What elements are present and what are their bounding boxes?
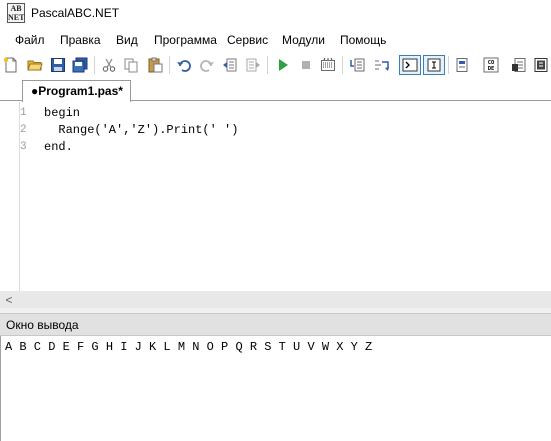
toolbar-separator <box>342 56 343 74</box>
svg-text:DE: DE <box>488 66 495 72</box>
settings-doc-icon <box>512 58 526 72</box>
toolbar: CO DE <box>0 52 551 77</box>
window-title: PascalABC.NET <box>31 6 120 20</box>
tab-program1[interactable]: ●Program1.pas* <box>22 80 131 102</box>
toolbar-separator <box>94 56 95 74</box>
form-designer-button[interactable] <box>452 55 472 75</box>
folder-open-icon <box>27 60 43 71</box>
play-icon <box>279 59 288 71</box>
toolbar-separator <box>448 56 449 74</box>
redo-button[interactable] <box>197 55 217 75</box>
compile-icon <box>321 57 335 71</box>
outdent-icon <box>223 58 237 72</box>
undo-icon <box>177 60 191 72</box>
menu-view[interactable]: Вид <box>116 33 138 47</box>
code-line[interactable]: end. <box>44 140 73 154</box>
menu-edit[interactable]: Правка <box>60 33 101 47</box>
save-all-button[interactable] <box>70 55 90 75</box>
code-template-button[interactable]: CO DE <box>481 55 501 75</box>
scissors-icon <box>102 58 116 72</box>
outdent-button[interactable] <box>220 55 240 75</box>
open-button[interactable] <box>25 55 45 75</box>
new-file-icon <box>3 57 17 73</box>
run-button[interactable] <box>273 55 293 75</box>
output-text: A B C D E F G H I J K L M N O P Q R S T … <box>5 340 373 354</box>
copy-button[interactable] <box>121 55 141 75</box>
text-output-button[interactable] <box>423 55 445 75</box>
line-number: 1 <box>20 107 27 119</box>
code-line[interactable]: Range('A','Z').Print(' ') <box>44 123 238 137</box>
help-button[interactable] <box>531 55 551 75</box>
copy-icon <box>124 58 138 73</box>
code-editor[interactable]: 1 2 3 begin Range('A','Z').Print(' ') en… <box>0 102 551 291</box>
ide-settings-button[interactable] <box>509 55 529 75</box>
compile-button[interactable] <box>318 55 338 75</box>
menu-bar: Файл Правка Вид Программа Сервис Модули … <box>0 28 551 52</box>
console-icon <box>402 58 418 72</box>
document-tabs: ●Program1.pas* <box>0 77 551 102</box>
toolbar-separator <box>169 56 170 74</box>
new-file-button[interactable] <box>1 55 21 75</box>
menu-modules[interactable]: Модули <box>282 33 325 47</box>
toolbar-separator <box>267 56 268 74</box>
menu-file[interactable]: Файл <box>15 33 45 47</box>
save-icon <box>51 58 65 72</box>
step-into-icon <box>350 58 365 72</box>
line-number: 3 <box>20 141 27 153</box>
editor-horizontal-scrollbar[interactable]: < <box>0 291 551 308</box>
paste-button[interactable] <box>145 55 165 75</box>
paste-icon <box>148 57 163 73</box>
indent-icon <box>246 58 260 72</box>
stop-button[interactable] <box>296 55 316 75</box>
stop-icon <box>302 61 310 69</box>
output-panel-title: Окно вывода <box>6 318 79 332</box>
output-panel[interactable]: A B C D E F G H I J K L M N O P Q R S T … <box>0 336 551 441</box>
console-output-button[interactable] <box>399 55 421 75</box>
app-icon-letters-top: AB <box>10 4 22 13</box>
redo-icon <box>200 60 214 72</box>
text-output-icon <box>427 58 441 72</box>
code-icon: CODE <box>483 57 499 73</box>
undo-button[interactable] <box>174 55 194 75</box>
line-number: 2 <box>20 124 27 136</box>
line-number-gutter <box>0 102 33 291</box>
step-over-icon <box>375 60 389 71</box>
title-bar: AB NET PascalABC.NET <box>0 0 551 28</box>
step-over-button[interactable] <box>371 55 391 75</box>
cut-button[interactable] <box>99 55 119 75</box>
output-panel-header: Окно вывода <box>0 313 551 336</box>
pascal-app-icon: AB NET <box>7 3 25 23</box>
menu-program[interactable]: Программа <box>154 33 217 47</box>
save-all-icon <box>72 57 88 73</box>
save-button[interactable] <box>48 55 68 75</box>
app-icon-letters-bottom: NET <box>8 13 25 22</box>
help-book-icon <box>534 58 548 72</box>
menu-service[interactable]: Сервис <box>227 33 268 47</box>
scroll-left-arrow-icon[interactable]: < <box>0 291 18 308</box>
indent-button[interactable] <box>243 55 263 75</box>
code-line[interactable]: begin <box>44 106 80 120</box>
menu-help[interactable]: Помощь <box>340 33 386 47</box>
step-into-button[interactable] <box>348 55 368 75</box>
form-icon <box>456 58 468 72</box>
